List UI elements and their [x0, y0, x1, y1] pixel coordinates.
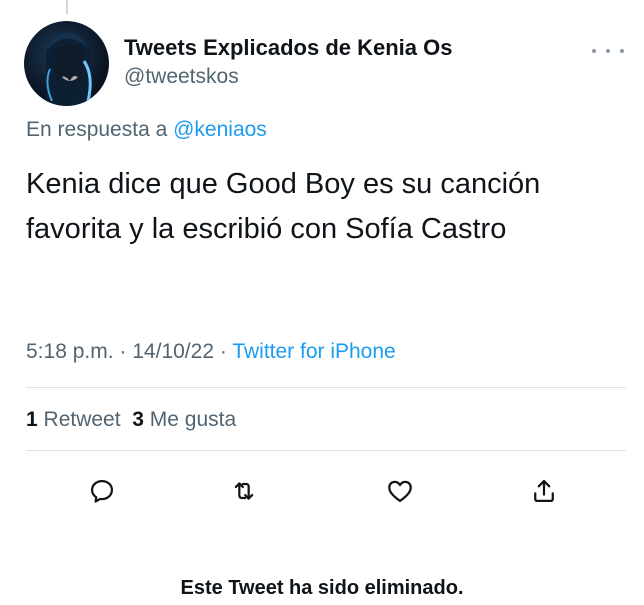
- avatar-image: [46, 33, 92, 106]
- tweet-text: Kenia dice que Good Boy es su canción fa…: [26, 168, 541, 245]
- reply-context: En respuesta a @keniaos: [26, 118, 267, 142]
- deleted-tweet-notice: Este Tweet ha sido eliminado.: [180, 577, 464, 599]
- share-button[interactable]: [524, 471, 564, 511]
- like-button[interactable]: [380, 471, 420, 511]
- more-dot: [606, 49, 610, 53]
- share-icon: [534, 479, 554, 503]
- author-name[interactable]: Tweets Explicados de Kenia Os: [124, 35, 453, 61]
- tweet-time[interactable]: 5:18 p.m.: [26, 340, 114, 363]
- retweets-label: Retweet: [43, 408, 121, 431]
- tweet-date[interactable]: 14/10/22: [132, 340, 214, 363]
- meta-separator: ·: [119, 340, 127, 363]
- divider: [26, 387, 626, 388]
- likes-label: Me gusta: [149, 408, 237, 431]
- likes-stat[interactable]: 3 Me gusta: [132, 408, 236, 431]
- reply-icon: [90, 479, 114, 503]
- divider: [26, 450, 626, 451]
- retweet-icon: [234, 482, 254, 500]
- tweet-source-link[interactable]: Twitter for iPhone: [232, 340, 395, 363]
- reply-prefix: En respuesta a: [26, 118, 168, 141]
- more-dot: [620, 49, 624, 53]
- meta-separator: ·: [219, 340, 227, 363]
- retweets-count: 1: [26, 408, 38, 431]
- engagement-stats: 1 Retweet 3 Me gusta: [26, 408, 236, 432]
- reply-mention-link[interactable]: @keniaos: [173, 118, 267, 141]
- heart-icon: [388, 480, 412, 503]
- retweets-stat[interactable]: 1 Retweet: [26, 408, 121, 431]
- more-dot: [592, 49, 596, 53]
- likes-count: 3: [132, 408, 144, 431]
- avatar[interactable]: [24, 21, 109, 106]
- retweet-button[interactable]: [224, 471, 264, 511]
- author-handle[interactable]: @tweetskos: [124, 65, 239, 89]
- more-options-icon[interactable]: [592, 45, 624, 57]
- tweet-actions-bar: [0, 471, 644, 511]
- reply-button[interactable]: [82, 471, 122, 511]
- tweet-metadata: 5:18 p.m. · 14/10/22 · Twitter for iPhon…: [26, 340, 396, 364]
- thread-connector-line: [66, 0, 68, 14]
